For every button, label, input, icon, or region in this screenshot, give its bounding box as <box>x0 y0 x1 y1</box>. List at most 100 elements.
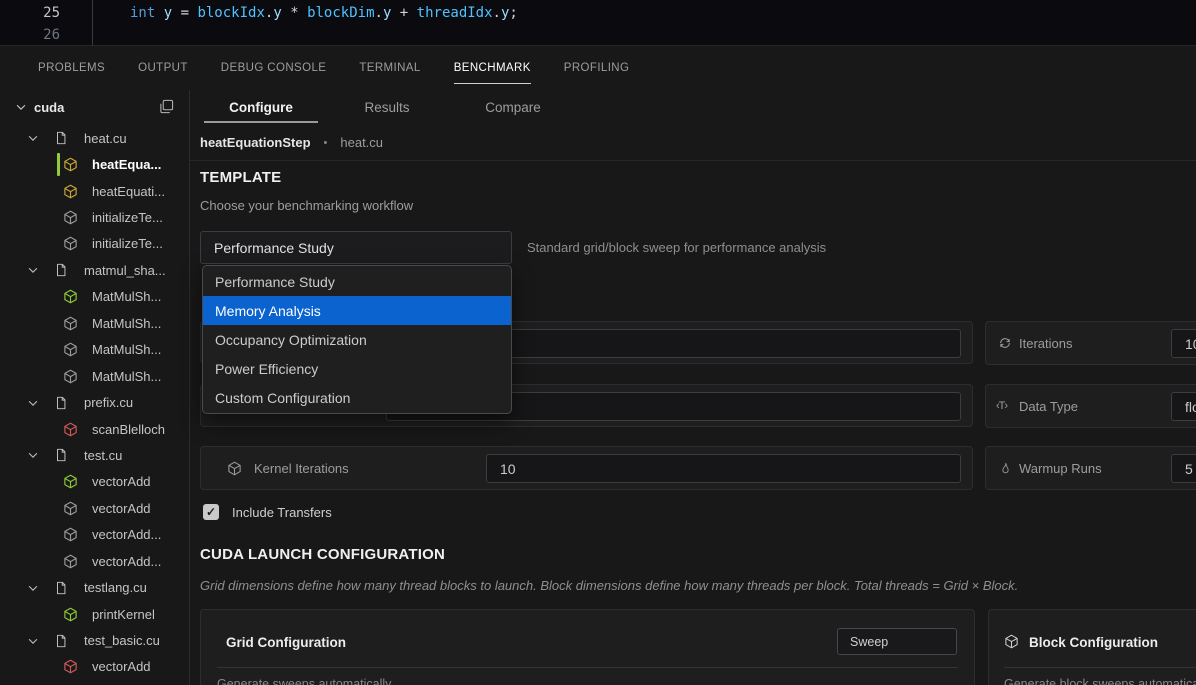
kernel-cube-icon <box>63 210 78 225</box>
chevron-down-icon <box>26 263 40 277</box>
code-token: blockIdx <box>197 5 264 21</box>
chevron-down-icon <box>14 100 28 114</box>
dropdown-option-performance-study[interactable]: Performance Study <box>203 267 511 296</box>
sidebar-root-label: cuda <box>34 100 64 115</box>
kernel-cube-icon <box>63 236 78 251</box>
tree-kernel-vectorAdd[interactable]: vectorAdd... <box>0 548 189 574</box>
card-divider <box>217 667 958 668</box>
kernel-tree: heat.cu heatEqua... heatEquati... initializ… <box>0 125 189 680</box>
kernel-cube-icon <box>63 501 78 516</box>
tree-file-testcu[interactable]: test.cu <box>0 442 189 468</box>
panel-tab-output[interactable]: OUTPUT <box>138 46 188 90</box>
tree-kernel-MatMulSh[interactable]: MatMulSh... <box>0 284 189 310</box>
tree-kernel-vectorAdd[interactable]: vectorAdd <box>0 654 189 680</box>
tree-item-label: test.cu <box>84 448 122 463</box>
dropdown-option-custom-configuration[interactable]: Custom Configuration <box>203 383 511 412</box>
grid-configuration-title: Grid Configuration <box>226 635 346 650</box>
subtab-configure[interactable]: Configure <box>198 90 324 125</box>
tree-item-label: heatEqua... <box>92 157 161 172</box>
tree-kernel-vectorAdd[interactable]: vectorAdd <box>0 495 189 521</box>
sync-icon <box>998 322 1012 364</box>
block-configuration-card: Block Configuration Generate block sweep… <box>988 609 1196 685</box>
template-dropdown-menu: Performance StudyMemory AnalysisOccupanc… <box>202 265 512 414</box>
include-transfers-label: Include Transfers <box>232 505 332 520</box>
tree-item-label: MatMulSh... <box>92 369 161 384</box>
code-token: + <box>391 5 416 21</box>
code-token: . <box>493 5 501 21</box>
sidebar-header[interactable]: cuda <box>0 92 189 122</box>
data-type-row: ‹T› Data Type <box>985 384 1196 428</box>
data-type-label: Data Type <box>1019 385 1078 427</box>
kernel-cube-icon <box>63 289 78 304</box>
panel-tab-terminal[interactable]: TERMINAL <box>359 46 420 90</box>
chevron-down-icon <box>26 448 40 462</box>
tree-item-label: printKernel <box>92 607 155 622</box>
tree-kernel-initializeTe[interactable]: initializeTe... <box>0 204 189 230</box>
tree-kernel-vectorAdd[interactable]: vectorAdd <box>0 469 189 495</box>
config-row-1-input[interactable] <box>486 329 961 358</box>
tree-kernel-initializeTe[interactable]: initializeTe... <box>0 231 189 257</box>
tree-file-test_basiccu[interactable]: test_basic.cu <box>0 627 189 653</box>
warmup-runs-label: Warmup Runs <box>1019 447 1102 489</box>
template-select[interactable]: Performance Study <box>200 231 512 264</box>
tree-file-heatcu[interactable]: heat.cu <box>0 125 189 151</box>
panel-tab-benchmark[interactable]: BENCHMARK <box>454 46 531 90</box>
tree-kernel-vectorAdd[interactable]: vectorAdd... <box>0 522 189 548</box>
code-token: . <box>375 5 383 21</box>
kernel-cube-icon <box>63 527 78 542</box>
code-token: int <box>130 5 155 21</box>
tree-item-label: vectorAdd <box>92 474 151 489</box>
subtab-compare[interactable]: Compare <box>450 90 576 125</box>
tree-kernel-MatMulSh[interactable]: MatMulSh... <box>0 363 189 389</box>
tree-file-testlangcu[interactable]: testlang.cu <box>0 574 189 600</box>
data-type-input[interactable] <box>1171 392 1196 421</box>
tree-file-prefixcu[interactable]: prefix.cu <box>0 389 189 415</box>
template-section-title: TEMPLATE <box>200 169 281 186</box>
code-token: ; <box>509 5 517 21</box>
kernel-cube-icon <box>63 474 78 489</box>
code-editor[interactable]: 2526 int y = blockIdx.y * blockDim.y + t… <box>0 0 1196 45</box>
subtab-results[interactable]: Results <box>324 90 450 125</box>
template-section-subtitle: Choose your benchmarking workflow <box>200 198 413 213</box>
launch-section-description: Grid dimensions define how many thread b… <box>200 578 1018 593</box>
kernel-cube-icon <box>63 369 78 384</box>
kernel-iterations-input[interactable] <box>486 454 961 483</box>
tree-kernel-scanBlelloch[interactable]: scanBlelloch <box>0 416 189 442</box>
grid-mode-select[interactable]: Sweep <box>837 628 957 655</box>
kernel-cube-icon <box>63 422 78 437</box>
tree-item-label: heatEquati... <box>92 184 165 199</box>
tree-kernel-MatMulSh[interactable]: MatMulSh... <box>0 337 189 363</box>
tree-kernel-heatEqua[interactable]: heatEqua... <box>0 151 189 177</box>
tree-kernel-heatEquati[interactable]: heatEquati... <box>0 178 189 204</box>
file-icon <box>54 131 68 145</box>
warmup-runs-input[interactable] <box>1171 454 1196 483</box>
dropdown-option-power-efficiency[interactable]: Power Efficiency <box>203 354 511 383</box>
tree-kernel-printKernel[interactable]: printKernel <box>0 601 189 627</box>
panel-tab-debug-console[interactable]: DEBUG CONSOLE <box>221 46 327 90</box>
tree-kernel-MatMulSh[interactable]: MatMulSh... <box>0 310 189 336</box>
tree-item-label: MatMulSh... <box>92 342 161 357</box>
code-token: blockDim <box>307 5 374 21</box>
dropdown-option-occupancy-optimization[interactable]: Occupancy Optimization <box>203 325 511 354</box>
kernel-cube-icon <box>63 316 78 331</box>
include-transfers-checkbox[interactable]: ✓ <box>203 504 219 520</box>
template-description: Standard grid/block sweep for performanc… <box>527 240 826 255</box>
duplicate-icon[interactable] <box>159 99 174 114</box>
dropdown-option-memory-analysis[interactable]: Memory Analysis <box>203 296 511 325</box>
kernel-cube-icon <box>63 184 78 199</box>
tree-item-label: vectorAdd <box>92 659 151 674</box>
code-line[interactable]: int y = blockIdx.y * blockDim.y + thread… <box>130 2 518 24</box>
chevron-down-icon <box>26 396 40 410</box>
grid-configuration-hint: Generate sweeps automatically <box>217 677 391 685</box>
iterations-input[interactable] <box>1171 329 1196 358</box>
chevron-down-icon <box>26 131 40 145</box>
kernel-cube-icon <box>63 607 78 622</box>
breadcrumb-file: heat.cu <box>340 135 383 150</box>
tree-file-matmul_sha[interactable]: matmul_sha... <box>0 257 189 283</box>
panel-tab-problems[interactable]: PROBLEMS <box>38 46 105 90</box>
line-number: 26 <box>0 24 60 46</box>
panel-tab-profiling[interactable]: PROFILING <box>564 46 630 90</box>
gutter-divider <box>92 0 93 45</box>
launch-section-title: CUDA LAUNCH CONFIGURATION <box>200 546 445 563</box>
code-token: y <box>155 5 172 21</box>
